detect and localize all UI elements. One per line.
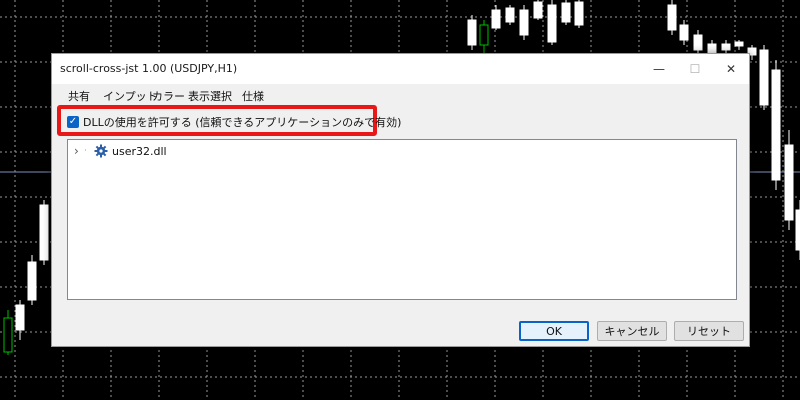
maximize-button[interactable]: ☐ <box>678 54 712 84</box>
candle-body <box>574 1 584 26</box>
properties-dialog: scroll-cross-jst 1.00 (USDJPY,H1) — ☐ ✕ … <box>51 53 750 347</box>
candle-body <box>693 34 703 51</box>
candle-body <box>519 9 529 36</box>
tab-share[interactable]: 共有 <box>68 88 90 104</box>
tab-bar: 共有 インプット カラー 表示選択 仕様 <box>52 84 749 104</box>
candle-body <box>759 49 769 106</box>
candle-body <box>491 9 501 29</box>
candle-body <box>667 4 677 31</box>
tab-input[interactable]: インプット <box>103 88 158 104</box>
candle-body <box>547 4 557 43</box>
tree-item-user32[interactable]: › · user32.dll <box>74 143 167 159</box>
candle-body <box>679 24 689 41</box>
window-title: scroll-cross-jst 1.00 (USDJPY,H1) <box>60 62 238 75</box>
candle-body <box>533 1 543 19</box>
tree-item-label: user32.dll <box>112 144 167 158</box>
reset-button[interactable]: リセット <box>674 321 744 341</box>
candle-body <box>734 41 744 47</box>
expand-chevron-icon[interactable]: › <box>74 144 84 158</box>
candle-body <box>721 43 731 51</box>
cancel-button[interactable]: キャンセル <box>597 321 667 341</box>
minimize-button[interactable]: — <box>642 54 676 84</box>
dll-tree-view[interactable]: › · user32.dll <box>67 139 737 300</box>
candle-body <box>561 2 571 23</box>
allow-dll-label: DLLの使用を許可する (信頼できるアプリケーションのみで有効) <box>83 116 402 129</box>
candle-body <box>784 144 794 221</box>
candle-body <box>505 7 515 23</box>
ok-button[interactable]: OK <box>519 321 589 341</box>
allow-dll-checkbox[interactable]: ✓ <box>67 116 79 128</box>
gear-icon <box>94 144 108 158</box>
candle-body <box>15 304 25 331</box>
allow-dll-option[interactable]: ✓ DLLの使用を許可する (信頼できるアプリケーションのみで有効) <box>67 115 401 129</box>
candle-body <box>3 317 13 353</box>
candle-body <box>27 261 37 301</box>
close-button[interactable]: ✕ <box>714 54 748 84</box>
candle-body <box>795 209 800 251</box>
tab-color[interactable]: カラー <box>152 88 185 104</box>
title-bar[interactable]: scroll-cross-jst 1.00 (USDJPY,H1) — ☐ ✕ <box>52 54 749 84</box>
candle-body <box>467 19 477 46</box>
tab-display-select[interactable]: 表示選択 <box>188 88 232 104</box>
candle-body <box>479 24 489 46</box>
tab-spec[interactable]: 仕様 <box>242 88 264 104</box>
tree-connector: · <box>84 146 87 156</box>
candle-body <box>771 69 781 181</box>
candle-body <box>39 204 49 261</box>
